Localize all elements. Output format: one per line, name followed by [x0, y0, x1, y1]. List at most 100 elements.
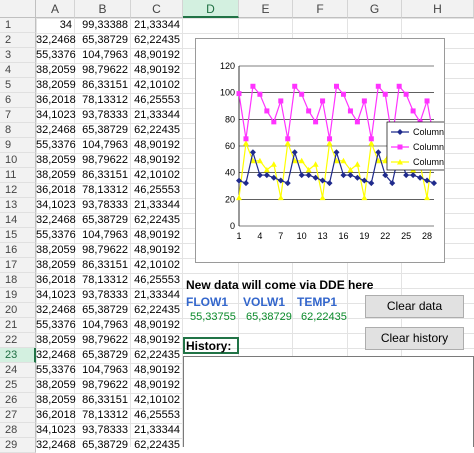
- data-cell[interactable]: 38,2059: [36, 78, 76, 93]
- row-header[interactable]: 17: [0, 258, 36, 273]
- data-cell[interactable]: 98,79622: [75, 333, 131, 348]
- data-cell[interactable]: 48,90192: [131, 228, 183, 243]
- data-cell[interactable]: 55,3376: [36, 48, 76, 63]
- data-cell[interactable]: 42,10102: [131, 393, 183, 408]
- data-cell[interactable]: 62,22435: [131, 348, 183, 363]
- data-cell[interactable]: 46,25553: [131, 183, 183, 198]
- data-cell[interactable]: 38,2059: [36, 258, 76, 273]
- row-header[interactable]: 16: [0, 243, 36, 258]
- row-header[interactable]: 15: [0, 228, 36, 243]
- data-cell[interactable]: 32,2468: [36, 33, 76, 48]
- data-cell[interactable]: 86,33151: [75, 393, 131, 408]
- data-cell[interactable]: 55,3376: [36, 228, 76, 243]
- data-cell[interactable]: 32,2468: [36, 123, 76, 138]
- data-cell[interactable]: 48,90192: [131, 153, 183, 168]
- data-cell[interactable]: 38,2059: [36, 243, 76, 258]
- row-header[interactable]: 20: [0, 303, 36, 318]
- row-header[interactable]: 5: [0, 78, 36, 93]
- data-cell[interactable]: 98,79622: [75, 243, 131, 258]
- row-header[interactable]: 3: [0, 48, 36, 63]
- row-header[interactable]: 24: [0, 363, 36, 378]
- data-cell[interactable]: 86,33151: [75, 258, 131, 273]
- data-cell[interactable]: 55,3376: [36, 363, 76, 378]
- row-header[interactable]: 29: [0, 438, 36, 453]
- row-header[interactable]: 8: [0, 123, 36, 138]
- row-header[interactable]: 21: [0, 318, 36, 333]
- data-cell[interactable]: 104,7963: [75, 318, 131, 333]
- data-cell[interactable]: 38,2059: [36, 333, 76, 348]
- data-cell[interactable]: 65,38729: [75, 438, 131, 453]
- data-cell[interactable]: 104,7963: [75, 363, 131, 378]
- row-header[interactable]: 14: [0, 213, 36, 228]
- row-header[interactable]: 27: [0, 408, 36, 423]
- data-cell[interactable]: 48,90192: [131, 318, 183, 333]
- data-cell[interactable]: 38,2059: [36, 378, 76, 393]
- data-cell[interactable]: 46,25553: [131, 273, 183, 288]
- data-cell[interactable]: 62,22435: [131, 123, 183, 138]
- data-cell[interactable]: 48,90192: [131, 63, 183, 78]
- data-cell[interactable]: 78,13312: [75, 273, 131, 288]
- data-cell[interactable]: 55,3376: [36, 138, 76, 153]
- data-cell[interactable]: 21,33344: [131, 18, 183, 33]
- data-cell[interactable]: 32,2468: [36, 303, 76, 318]
- data-cell[interactable]: 62,22435: [131, 438, 183, 453]
- data-cell[interactable]: 93,78333: [75, 108, 131, 123]
- data-cell[interactable]: 93,78333: [75, 423, 131, 438]
- data-cell[interactable]: 21,33344: [131, 108, 183, 123]
- data-cell[interactable]: 86,33151: [75, 168, 131, 183]
- clear-data-button[interactable]: Clear data: [365, 295, 464, 318]
- data-cell[interactable]: 34,1023: [36, 198, 76, 213]
- row-header[interactable]: 6: [0, 93, 36, 108]
- data-cell[interactable]: 36,2018: [36, 183, 76, 198]
- row-header[interactable]: 12: [0, 183, 36, 198]
- column-header-e[interactable]: E: [239, 0, 293, 18]
- data-cell[interactable]: 48,90192: [131, 243, 183, 258]
- row-header[interactable]: 1: [0, 18, 36, 33]
- data-cell[interactable]: 62,22435: [131, 303, 183, 318]
- data-cell[interactable]: 99,33388: [75, 18, 131, 33]
- data-cell[interactable]: 21,33344: [131, 198, 183, 213]
- data-cell[interactable]: 32,2468: [36, 438, 76, 453]
- data-cell[interactable]: 36,2018: [36, 408, 76, 423]
- row-header[interactable]: 9: [0, 138, 36, 153]
- line-chart[interactable]: 0 20 40 60 80 100 120 1 4 7 10 13 16 19 22 25 28 Column 1…: [195, 38, 465, 263]
- data-cell[interactable]: 78,13312: [75, 93, 131, 108]
- data-cell[interactable]: 98,79622: [75, 153, 131, 168]
- row-header[interactable]: 26: [0, 393, 36, 408]
- data-cell[interactable]: 48,90192: [131, 48, 183, 63]
- data-cell[interactable]: 65,38729: [75, 348, 131, 363]
- data-cell[interactable]: 55,3376: [36, 318, 76, 333]
- data-cell[interactable]: 36,2018: [36, 273, 76, 288]
- data-cell[interactable]: 78,13312: [75, 183, 131, 198]
- data-cell[interactable]: 93,78333: [75, 288, 131, 303]
- data-cell[interactable]: 34,1023: [36, 423, 76, 438]
- data-cell[interactable]: 42,10102: [131, 168, 183, 183]
- column-header-f[interactable]: F: [293, 0, 348, 18]
- column-header-g[interactable]: G: [348, 0, 402, 18]
- data-cell[interactable]: 62,22435: [131, 33, 183, 48]
- data-cell[interactable]: 48,90192: [131, 138, 183, 153]
- data-cell[interactable]: 65,38729: [75, 33, 131, 48]
- column-header-d[interactable]: D: [183, 0, 239, 18]
- history-listbox[interactable]: [183, 356, 474, 447]
- data-cell[interactable]: 38,2059: [36, 153, 76, 168]
- data-cell[interactable]: 34,1023: [36, 108, 76, 123]
- row-header[interactable]: 22: [0, 333, 36, 348]
- data-cell[interactable]: 48,90192: [131, 363, 183, 378]
- data-cell[interactable]: 42,10102: [131, 78, 183, 93]
- data-cell[interactable]: 21,33344: [131, 423, 183, 438]
- data-cell[interactable]: 34,1023: [36, 288, 76, 303]
- row-header[interactable]: 25: [0, 378, 36, 393]
- data-cell[interactable]: 93,78333: [75, 198, 131, 213]
- column-header-b[interactable]: B: [75, 0, 131, 18]
- row-header[interactable]: 7: [0, 108, 36, 123]
- row-header[interactable]: 19: [0, 288, 36, 303]
- data-cell[interactable]: 46,25553: [131, 408, 183, 423]
- data-cell[interactable]: 32,2468: [36, 213, 76, 228]
- row-header[interactable]: 2: [0, 33, 36, 48]
- data-cell[interactable]: 42,10102: [131, 258, 183, 273]
- row-header[interactable]: 28: [0, 423, 36, 438]
- data-cell[interactable]: 65,38729: [75, 123, 131, 138]
- select-all-corner[interactable]: [0, 0, 36, 18]
- data-cell[interactable]: 36,2018: [36, 93, 76, 108]
